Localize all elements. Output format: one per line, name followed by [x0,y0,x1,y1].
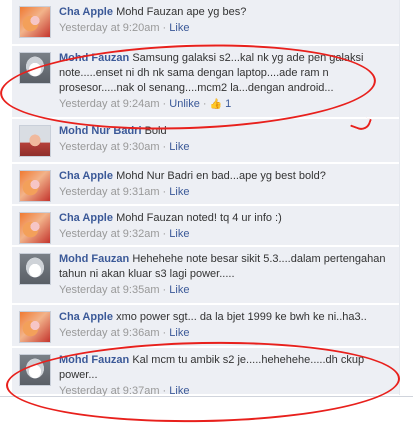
comment-timestamp[interactable]: Yesterday at 9:30am [59,141,160,153]
comment-timestamp[interactable]: Yesterday at 9:20am [59,22,160,34]
comment-author[interactable]: Mohd Nur Badri [59,125,142,137]
like-link[interactable]: Like [169,22,189,34]
avatar[interactable] [19,125,51,157]
comment-author[interactable]: Cha Apple [59,6,113,18]
comment-timestamp[interactable]: Yesterday at 9:32am [59,228,160,240]
comment-timestamp[interactable]: Yesterday at 9:24am [59,98,160,110]
comment-item: Cha Apple Mohd Fauzan ape yg bes? Yester… [12,0,399,45]
comment-text: Mohd Fauzan ape yg bes? [116,6,247,18]
comment-author[interactable]: Cha Apple [59,170,113,182]
comment-text: Mohd Fauzan noted! tq 4 ur info :) [116,212,282,224]
like-link[interactable]: Like [169,228,189,240]
like-link[interactable]: Like [169,284,189,296]
comment-item: Mohd Fauzan Samsung galaksi s2...kal nk … [12,46,399,118]
comment-author[interactable]: Mohd Fauzan [59,253,129,265]
comment-author[interactable]: Mohd Fauzan [59,52,129,64]
avatar[interactable] [19,311,51,343]
avatar[interactable] [19,354,51,386]
thumbs-up-icon[interactable]: 👍 [210,97,222,112]
comment-author[interactable]: Cha Apple [59,311,113,323]
comment-item: Cha Apple Mohd Fauzan noted! tq 4 ur inf… [12,206,399,246]
like-count[interactable]: 1 [225,98,231,110]
comment-feed: Cha Apple Mohd Fauzan ape yg bes? Yester… [12,0,400,397]
unlike-link[interactable]: Unlike [169,98,200,110]
comment-item: Cha Apple Mohd Nur Badri en bad...ape yg… [12,164,399,205]
avatar[interactable] [19,170,51,202]
comment-item: Mohd Fauzan Hehehehe note besar sikit 5.… [12,247,399,304]
like-link[interactable]: Like [169,141,189,153]
comment-item: Mohd Nur Badri Bold Yesterday at 9:30am … [12,119,399,163]
like-link[interactable]: Like [169,327,189,339]
avatar[interactable] [19,253,51,285]
avatar[interactable] [19,212,51,244]
comment-timestamp[interactable]: Yesterday at 9:36am [59,327,160,339]
comment-author[interactable]: Cha Apple [59,212,113,224]
like-link[interactable]: Like [169,186,189,198]
avatar[interactable] [19,6,51,38]
comment-timestamp[interactable]: Yesterday at 9:31am [59,186,160,198]
avatar[interactable] [19,52,51,84]
comment-item: Mohd Fauzan Kal mcm tu ambik s2 je.....h… [12,348,399,397]
comment-item: Cha Apple xmo power sgt... da la bjet 19… [12,305,399,347]
comment-text: xmo power sgt... da la bjet 1999 ke bwh … [116,311,367,323]
comment-text: Bold [144,125,167,137]
comment-author[interactable]: Mohd Fauzan [59,354,129,366]
divider [0,396,413,397]
comment-text: Mohd Nur Badri en bad...ape yg best bold… [116,170,326,182]
comment-timestamp[interactable]: Yesterday at 9:35am [59,284,160,296]
